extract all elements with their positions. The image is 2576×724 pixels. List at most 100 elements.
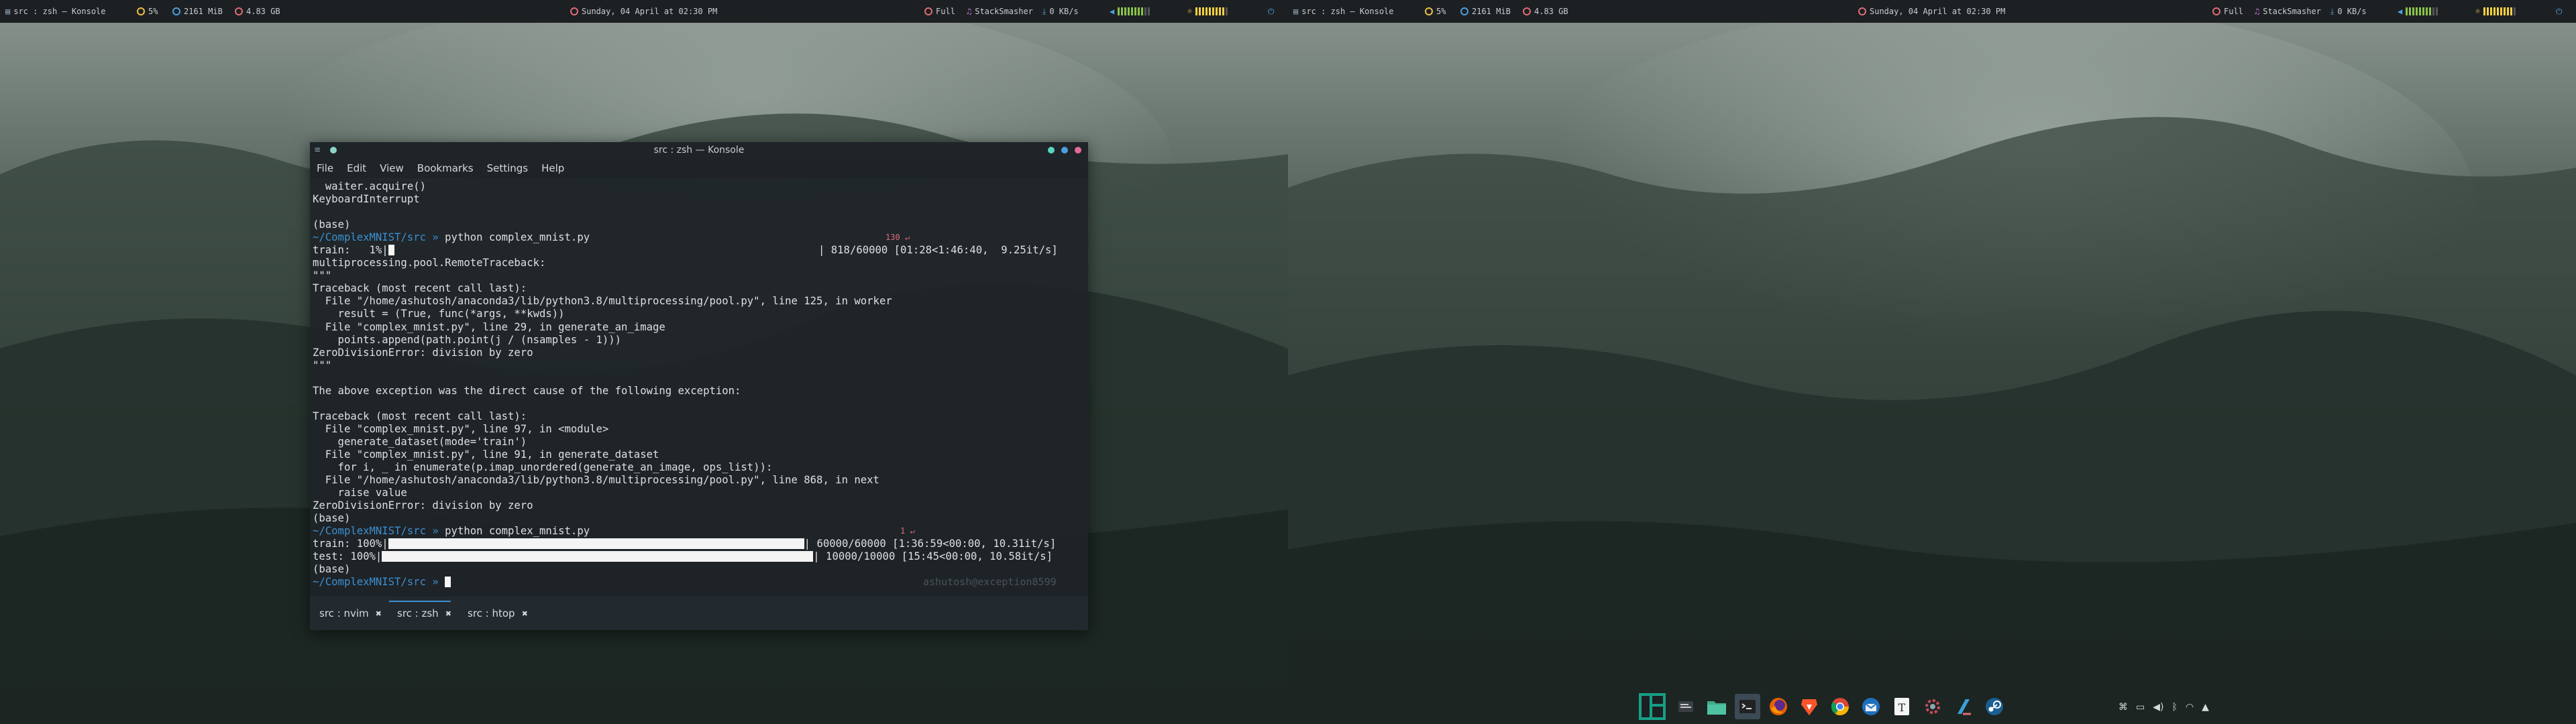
cpu-widget: 5%: [1425, 0, 1446, 23]
close-button[interactable]: [1075, 147, 1081, 154]
top-bar-left: ▤ src : zsh — Konsole 5% 2161 MiB 4.83 G…: [0, 0, 1288, 23]
settings-icon[interactable]: [1920, 694, 1945, 719]
terminal-line: points.append(path.point(j / (nsamples -…: [313, 333, 622, 346]
disk-icon: [1523, 7, 1531, 15]
top-bar-right: ▤ src : zsh — Konsole 5% 2161 MiB 4.83 G…: [1288, 0, 2576, 23]
expand-icon[interactable]: ▲: [2202, 702, 2209, 713]
terminal-line: waiter.acquire(): [313, 180, 426, 192]
progress-line: train: 1%| | 818/60000 [01:28<1:46:40, 9.…: [313, 244, 1084, 257]
brightness-widget[interactable]: ☼: [1187, 0, 1228, 23]
prompt-symbol: »: [432, 525, 439, 538]
clipboard-icon[interactable]: ⌘: [2118, 702, 2128, 713]
system-tray: ⌘ ▭ ◀) ᛒ ◠ ▲: [2118, 697, 2209, 717]
autosuggest-text: ashutosh@exception8599: [923, 576, 1057, 589]
music-icon: ♫: [2255, 7, 2260, 16]
progress-label: train: 100%|: [313, 538, 388, 550]
typora-icon[interactable]: T: [1889, 694, 1915, 719]
volume-icon: ◀: [1110, 7, 1115, 16]
terminal-line: File "complex_mnist.py", line 97, in <mo…: [313, 422, 609, 435]
download-icon: ⤓: [1042, 6, 1046, 16]
music-icon: ♫: [967, 7, 972, 16]
steam-icon[interactable]: [1982, 694, 2007, 719]
tab-close-icon[interactable]: ✖: [522, 609, 528, 618]
menu-bookmarks[interactable]: Bookmarks: [417, 162, 474, 174]
title-bar[interactable]: ≡ src : zsh — Konsole: [310, 142, 1088, 158]
power-button[interactable]: ⏻: [2556, 0, 2563, 23]
tab-htop[interactable]: src : htop ✖: [468, 605, 528, 622]
battery-widget: Full: [924, 0, 955, 23]
progress-bar-train-first: [388, 245, 394, 256]
prompt-line: ~/ComplexMNIST/src » python complex_mnis…: [313, 231, 1084, 244]
storage-icon[interactable]: ▭: [2136, 702, 2145, 713]
menu-view[interactable]: View: [380, 162, 404, 174]
menu-file[interactable]: File: [317, 162, 333, 174]
exit-status: 1 ↵: [900, 526, 915, 536]
cpu-icon: [137, 7, 145, 15]
manjaro-icon[interactable]: [1637, 691, 1668, 722]
window-title: src : zsh — Konsole: [653, 145, 745, 156]
progress-label: train: 1%|: [313, 244, 388, 257]
tab-label: src : htop: [468, 607, 515, 619]
maximize-button[interactable]: [1061, 147, 1068, 154]
network-widget: ⤓ 0 KB/s: [1042, 6, 1079, 17]
terminal-line: """: [313, 359, 332, 371]
chrome-icon[interactable]: [1827, 694, 1853, 719]
firefox-icon[interactable]: [1766, 694, 1791, 719]
cpu-widget: 5%: [137, 0, 158, 23]
terminal-line: raise value: [313, 487, 407, 499]
clock-widget[interactable]: Sunday, 04 April at 02:30 PM: [570, 0, 717, 23]
terminal-line: File "complex_mnist.py", line 91, in gen…: [313, 448, 659, 461]
konsole-window[interactable]: ≡ src : zsh — Konsole File Edit View Boo…: [310, 142, 1088, 630]
clock-widget[interactable]: Sunday, 04 April at 02:30 PM: [1858, 0, 2005, 23]
prompt-dir: ~/ComplexMNIST/src: [313, 525, 426, 538]
volume-bar: [2406, 7, 2438, 15]
download-icon: ⤓: [2330, 6, 2334, 16]
prompt-dir: ~/ComplexMNIST/src: [313, 231, 426, 244]
menu-edit[interactable]: Edit: [347, 162, 366, 174]
workspace-indicator[interactable]: ▤ src : zsh — Konsole: [1293, 0, 1394, 23]
battery-widget: Full: [2212, 0, 2243, 23]
wifi-icon[interactable]: ◠: [2186, 702, 2194, 713]
memory-widget: 2161 MiB: [1460, 0, 1511, 23]
minimize-button[interactable]: [1048, 147, 1055, 154]
bluetooth-icon[interactable]: ᛒ: [2171, 702, 2177, 713]
tab-close-icon[interactable]: ✖: [376, 609, 382, 618]
brightness-icon: ☼: [1187, 7, 1193, 16]
music-widget[interactable]: ♫ StackSmasher: [967, 0, 1033, 23]
dock: T: [1637, 689, 2007, 724]
volume-widget[interactable]: ◀: [1110, 0, 1150, 23]
thunderbird-icon[interactable]: [1858, 694, 1884, 719]
volume-widget[interactable]: ◀: [2398, 0, 2438, 23]
menu-settings[interactable]: Settings: [487, 162, 529, 174]
brightness-bar: [1195, 7, 1228, 15]
folder-icon[interactable]: [1704, 694, 1729, 719]
text-cursor: [445, 577, 451, 588]
volume-bar: [1118, 7, 1150, 15]
workspace-indicator[interactable]: ▤ src : zsh — Konsole: [5, 0, 106, 23]
progress-stats: | 818/60000 [01:28<1:46:40, 9.25it/s]: [818, 244, 1058, 257]
tab-bar: src : nvim ✖ src : zsh ✖ src : htop ✖: [310, 597, 1088, 630]
editor-icon[interactable]: [1951, 694, 1976, 719]
tab-nvim[interactable]: src : nvim ✖: [319, 605, 382, 622]
volume-icon[interactable]: ◀): [2153, 702, 2163, 713]
terminal-output[interactable]: waiter.acquire() KeyboardInterrupt (base…: [313, 180, 1084, 589]
power-icon: ⏻: [1268, 6, 1275, 16]
tab-close-icon[interactable]: ✖: [445, 609, 451, 618]
power-button[interactable]: ⏻: [1268, 0, 1275, 23]
files-icon[interactable]: [1673, 694, 1699, 719]
music-widget[interactable]: ♫ StackSmasher: [2255, 0, 2321, 23]
tab-zsh[interactable]: src : zsh ✖: [397, 605, 451, 622]
progress-stats: | 10000/10000 [15:45<00:00, 10.58it/s]: [813, 550, 1053, 563]
brave-icon[interactable]: [1796, 694, 1822, 719]
terminal-line: Traceback (most recent call last):: [313, 410, 527, 422]
terminal-line: """: [313, 269, 332, 282]
terminal-icon[interactable]: [1735, 694, 1760, 719]
active-tab-indicator: [389, 601, 451, 602]
menu-help[interactable]: Help: [541, 162, 564, 174]
prompt-line: ~/ComplexMNIST/src » ashutosh@exception8…: [313, 576, 1084, 589]
disk-widget: 4.83 GB: [235, 0, 280, 23]
brightness-widget[interactable]: ☼: [2475, 0, 2516, 23]
disk-icon: [235, 7, 243, 15]
terminal-line: result = (True, func(*args, **kwds)): [313, 308, 565, 320]
